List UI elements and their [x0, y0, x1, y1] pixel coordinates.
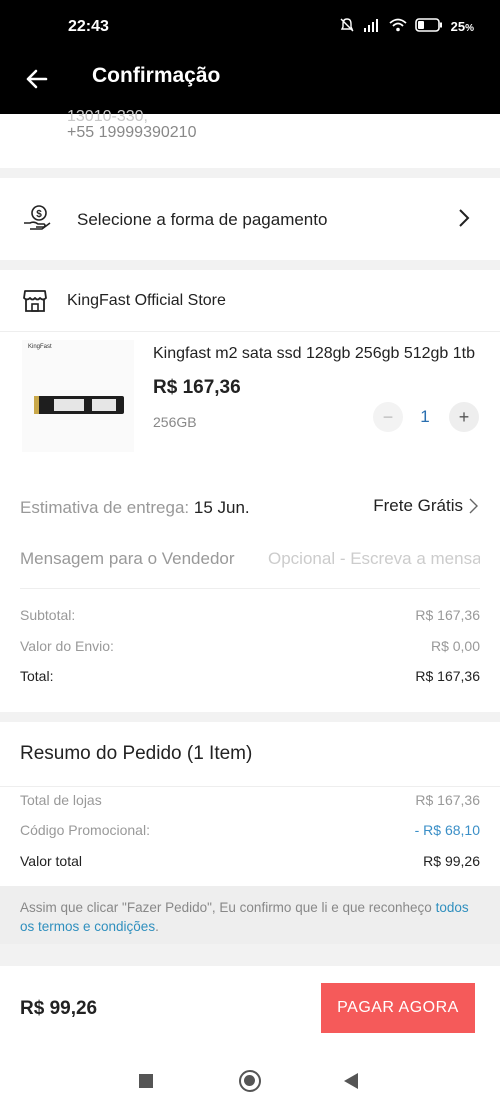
chevron-right-icon	[469, 498, 478, 514]
pay-now-button[interactable]: PAGAR AGORA	[321, 983, 475, 1033]
mute-bell-icon	[339, 17, 355, 36]
recent-apps-icon[interactable]	[139, 1074, 153, 1088]
wifi-icon	[389, 18, 407, 35]
subtotal-value: R$ 167,36	[415, 607, 480, 623]
product-title[interactable]: Kingfast m2 sata ssd 128gb 256gb 512gb 1…	[153, 345, 479, 363]
store-name[interactable]: KingFast Official Store	[67, 292, 226, 310]
grand-total-label: Valor total	[20, 853, 82, 869]
subtotal-row: Subtotal: R$ 167,36	[20, 607, 480, 623]
terms-text: Assim que clicar "Fazer Pedido", Eu conf…	[20, 900, 432, 915]
status-bar: 22:43 25%	[0, 0, 500, 56]
checkout-bar: R$ 99,26 PAGAR AGORA	[0, 966, 500, 1050]
seller-message-label: Mensagem para o Vendedor	[20, 549, 235, 568]
payment-method-row[interactable]: $ Selecione a forma de pagamento	[0, 178, 500, 260]
store-total-label: Total:	[20, 668, 54, 684]
store-total-value: R$ 167,36	[415, 668, 480, 684]
grand-total-row: Valor total R$ 99,26	[20, 853, 480, 869]
shipping-cost-row: Valor do Envio: R$ 0,00	[20, 638, 480, 654]
shipping-cost-value: R$ 0,00	[430, 638, 480, 654]
order-summary-title: Resumo do Pedido (1 Item)	[20, 743, 253, 764]
back-arrow-icon[interactable]	[22, 64, 52, 94]
shipping-label: Frete Grátis	[373, 496, 463, 515]
payment-method-label: Selecione a forma de pagamento	[77, 210, 328, 229]
promo-code-label: Código Promocional:	[20, 822, 150, 838]
battery-icon	[414, 18, 443, 35]
store-section: KingFast Official Store KingFast Kingfas…	[0, 270, 500, 712]
seller-message-input[interactable]	[268, 546, 480, 572]
product-price: R$ 167,36	[153, 377, 241, 398]
address-phone: +55 19999390210	[67, 124, 197, 141]
divider	[20, 588, 480, 589]
ssd-image-icon	[34, 396, 124, 414]
product-variant: 256GB	[153, 414, 197, 430]
signal-icon	[363, 18, 381, 35]
app-bar: Confirmação	[0, 56, 500, 114]
money-hand-icon: $	[22, 203, 52, 238]
terms-end: .	[155, 919, 159, 934]
stores-total-value: R$ 167,36	[415, 792, 480, 808]
promo-code-value: - R$ 68,10	[414, 822, 480, 838]
battery-percent: 25	[450, 19, 466, 34]
store-icon	[22, 288, 48, 319]
subtotal-label: Subtotal:	[20, 607, 76, 623]
terms-notice: Assim que clicar "Fazer Pedido", Eu conf…	[0, 886, 500, 944]
status-time: 22:43	[68, 18, 109, 35]
store-total-row: Total: R$ 167,36	[20, 668, 480, 684]
shipping-cost-label: Valor do Envio:	[20, 638, 114, 654]
delivery-label: Estimativa de entrega:	[20, 498, 190, 517]
product-image-brand: KingFast	[28, 344, 52, 350]
stores-total-label: Total de lojas	[20, 792, 102, 808]
back-triangle-icon[interactable]	[344, 1073, 358, 1089]
grand-total-value: R$ 99,26	[423, 853, 480, 869]
promo-code-row: Código Promocional: - R$ 68,10	[20, 822, 480, 838]
divider	[0, 331, 500, 332]
delivery-estimate: Estimativa de entrega: 15 Jun.	[20, 498, 250, 518]
quantity-value: 1	[420, 407, 430, 426]
shipping-option[interactable]: Frete Grátis	[373, 496, 478, 516]
page-title: Confirmação	[92, 64, 221, 87]
status-icons: 25%	[339, 17, 474, 36]
product-image[interactable]: KingFast	[22, 340, 134, 452]
svg-text:$: $	[36, 209, 42, 220]
stores-total-row: Total de lojas R$ 167,36	[20, 792, 480, 808]
address-section[interactable]: 13010-330, +55 19999390210	[0, 108, 500, 168]
delivery-date: 15 Jun.	[193, 498, 250, 517]
chevron-right-icon	[458, 208, 470, 233]
quantity-decrease-button[interactable]: −	[373, 402, 403, 432]
divider	[0, 786, 500, 787]
quantity-increase-button[interactable]: +	[449, 402, 479, 432]
checkout-total: R$ 99,26	[20, 998, 98, 1019]
home-icon[interactable]	[239, 1070, 261, 1092]
system-nav-bar	[0, 1050, 500, 1111]
